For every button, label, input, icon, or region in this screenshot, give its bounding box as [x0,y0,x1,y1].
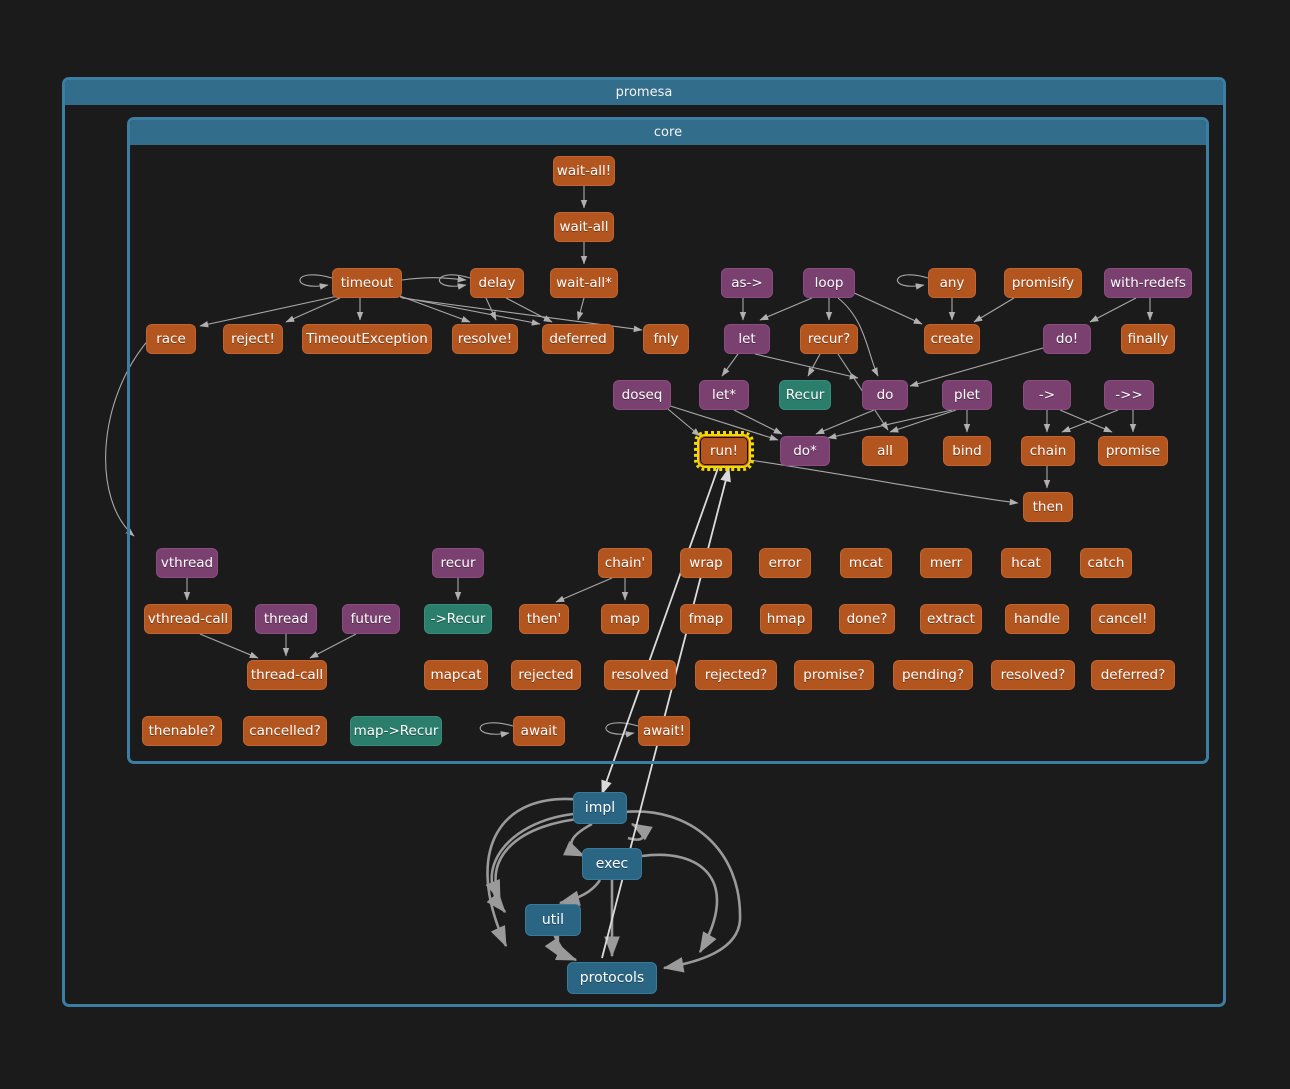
graph-node-await![interactable]: await! [638,716,690,746]
graph-node-recur[interactable]: recur [432,548,484,578]
graph-node-do*[interactable]: do* [780,436,830,466]
graph-node-TimeoutException[interactable]: TimeoutException [302,324,432,354]
graph-node-chain'[interactable]: chain' [598,548,652,578]
graph-node-deferred[interactable]: deferred [542,324,614,354]
graph-node-with-redefs[interactable]: with-redefs [1104,268,1192,298]
graph-node-fmap[interactable]: fmap [680,604,732,634]
graph-node-catch[interactable]: catch [1080,548,1132,578]
graph-node-plet[interactable]: plet [942,380,992,410]
graph-node-do[interactable]: do [862,380,908,410]
cluster-label-core: core [130,120,1206,145]
graph-node-map->Recur[interactable]: map->Recur [350,716,442,746]
graph-node-merr[interactable]: merr [920,548,972,578]
graph-node-->Recur[interactable]: ->Recur [424,604,492,634]
graph-node-future[interactable]: future [342,604,400,634]
graph-node-loop[interactable]: loop [803,268,855,298]
graph-node-mcat[interactable]: mcat [840,548,892,578]
graph-node-await[interactable]: await [513,716,565,746]
graph-node-wrap[interactable]: wrap [680,548,732,578]
graph-node-error[interactable]: error [759,548,811,578]
graph-node-reject![interactable]: reject! [223,324,283,354]
graph-node-promise[interactable]: promise [1098,436,1168,466]
graph-node-exec[interactable]: exec [582,848,642,880]
graph-node-finally[interactable]: finally [1121,324,1175,354]
graph-node-then[interactable]: then [1023,492,1073,522]
graph-node-wait-all[interactable]: wait-all [554,212,614,242]
graph-node-Recur[interactable]: Recur [779,380,831,410]
graph-node-all[interactable]: all [862,436,908,466]
graph-node-vthread[interactable]: vthread [156,548,218,578]
graph-node-as->[interactable]: as-> [721,268,773,298]
graph-node-impl[interactable]: impl [573,792,627,824]
graph-node-let[interactable]: let [724,324,770,354]
graph-node-do![interactable]: do! [1043,324,1091,354]
graph-node-thenable?[interactable]: thenable? [142,716,222,746]
graph-node-thread-call[interactable]: thread-call [247,660,327,690]
graph-node-pending?[interactable]: pending? [893,660,973,690]
graph-node-resolved[interactable]: resolved [604,660,676,690]
graph-node-hmap[interactable]: hmap [760,604,812,634]
graph-node-chain[interactable]: chain [1021,436,1075,466]
graph-node-resolve![interactable]: resolve! [452,324,518,354]
graph-node-bind[interactable]: bind [943,436,991,466]
graph-node-race[interactable]: race [146,324,196,354]
graph-node-wait-all*[interactable]: wait-all* [550,268,618,298]
graph-node-any[interactable]: any [928,268,976,298]
graph-node-deferred?[interactable]: deferred? [1091,660,1175,690]
graph-node-delay[interactable]: delay [470,268,524,298]
graph-node-let*[interactable]: let* [699,380,749,410]
graph-node-resolved?[interactable]: resolved? [991,660,1075,690]
graph-node-->>[interactable]: ->> [1104,380,1154,410]
graph-node-extract[interactable]: extract [920,604,982,634]
graph-node-hcat[interactable]: hcat [1001,548,1051,578]
graph-node-wait-all![interactable]: wait-all! [553,156,615,186]
graph-node-fnly[interactable]: fnly [643,324,689,354]
graph-node-vthread-call[interactable]: vthread-call [144,604,232,634]
graph-node-handle[interactable]: handle [1005,604,1069,634]
graph-node-done?[interactable]: done? [839,604,895,634]
graph-node-run![interactable]: run! [694,431,754,471]
graph-node-util[interactable]: util [525,904,581,936]
graph-node-->[interactable]: -> [1023,380,1071,410]
graph-node-promisify[interactable]: promisify [1004,268,1082,298]
graph-node-cancelled?[interactable]: cancelled? [243,716,327,746]
diagram-canvas: promesa core wait-all! wait-all wait-all* ti… [0,0,1290,1089]
graph-node-then'[interactable]: then' [519,604,569,634]
graph-node-map[interactable]: map [601,604,649,634]
graph-node-create[interactable]: create [924,324,980,354]
graph-node-protocols[interactable]: protocols [567,962,657,994]
graph-node-mapcat[interactable]: mapcat [424,660,488,690]
graph-node-promise?[interactable]: promise? [794,660,874,690]
graph-node-thread[interactable]: thread [255,604,317,634]
cluster-label-promesa: promesa [65,80,1223,105]
graph-node-rejected?[interactable]: rejected? [695,660,777,690]
graph-node-cancel![interactable]: cancel! [1091,604,1155,634]
graph-node-rejected[interactable]: rejected [511,660,581,690]
graph-node-doseq[interactable]: doseq [613,380,671,410]
graph-node-timeout[interactable]: timeout [332,268,402,298]
graph-node-recur?[interactable]: recur? [800,324,858,354]
